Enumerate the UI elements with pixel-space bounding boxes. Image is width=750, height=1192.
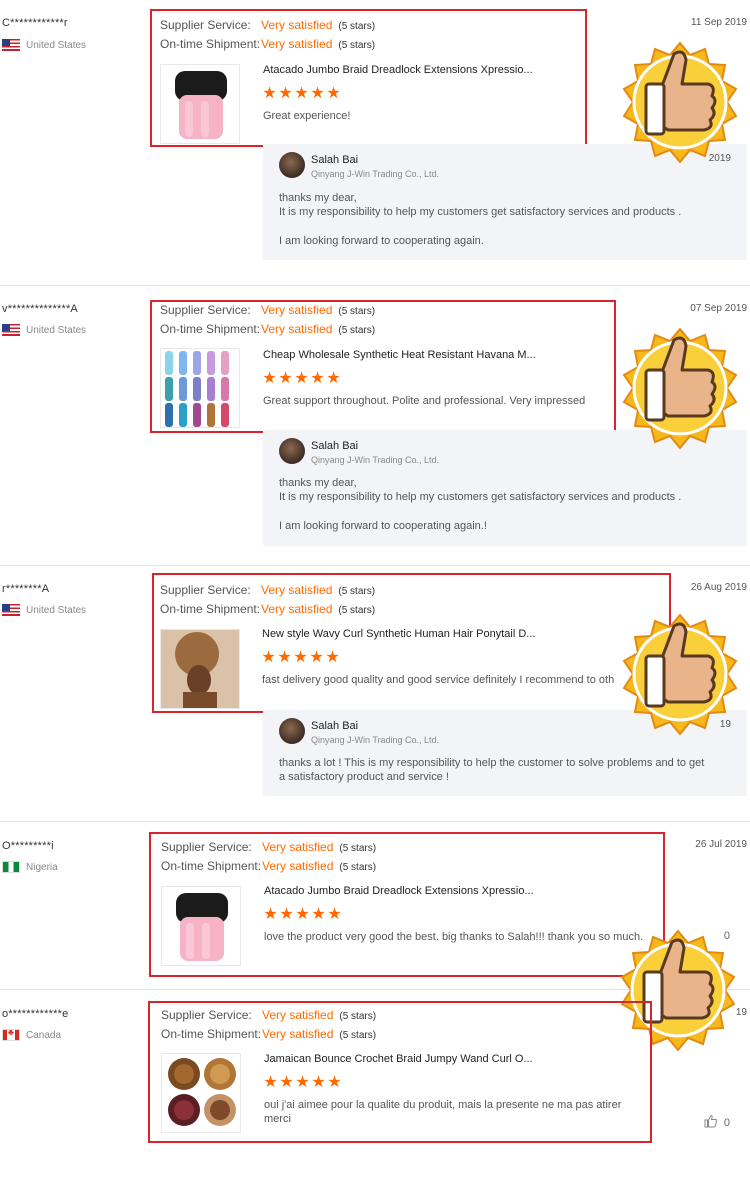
reply-line: thanks my dear, — [279, 192, 357, 204]
avatar — [279, 152, 305, 178]
buyer-country: Nigeria — [2, 861, 58, 873]
highlight-frame — [148, 1001, 652, 1143]
like-count: 0 — [723, 1116, 730, 1129]
review-date: 26 Jul 2019 — [695, 839, 747, 850]
buyer-name: o************e — [2, 1008, 69, 1020]
like-icon — [704, 1114, 718, 1131]
reply-line: It is my responsibility to help my custo… — [279, 206, 682, 218]
thumbs-up-badge-icon — [612, 34, 748, 170]
buyer-name: v**************A — [2, 303, 78, 315]
highlight-frame — [150, 300, 616, 433]
buyer-name: r********A — [2, 583, 50, 595]
like-counter[interactable]: 0 — [704, 1114, 730, 1131]
buyer-name: O*********i — [2, 840, 54, 852]
buyer-country: Canada — [2, 1029, 61, 1041]
us-flag-icon — [2, 604, 20, 616]
buyer-country: United States — [2, 39, 86, 51]
buyer-country: United States — [2, 324, 86, 336]
review-item: r********A United States 26 Aug 2019 Sup… — [0, 566, 750, 822]
reply-company: Qinyang J-Win Trading Co., Ltd. — [311, 169, 440, 179]
avatar — [279, 718, 305, 744]
country-label: Canada — [26, 1029, 62, 1041]
review-item: O*********i Nigeria 26 Jul 2019 Supplier… — [0, 822, 750, 1052]
reply-line: thanks a lot ! This is my responsibility… — [279, 757, 705, 769]
highlight-frame — [150, 9, 587, 147]
reply-line: I am looking forward to cooperating agai… — [279, 235, 484, 247]
thumbs-up-badge-icon — [612, 606, 748, 742]
review-item: C************r United States 11 Sep 2019… — [0, 0, 750, 286]
reply-line: I am looking forward to cooperating agai… — [279, 520, 487, 532]
reply-name: Salah Bai — [311, 720, 359, 732]
review-item: v**************A United States 07 Sep 20… — [0, 286, 750, 566]
review-date: 26 Aug 2019 — [690, 582, 747, 593]
country-label: United States — [26, 39, 87, 51]
country-label: United States — [26, 324, 87, 336]
reply-company: Qinyang J-Win Trading Co., Ltd. — [311, 455, 440, 465]
country-label: United States — [26, 604, 87, 616]
us-flag-icon — [2, 39, 20, 51]
reply-company: Qinyang J-Win Trading Co., Ltd. — [311, 735, 440, 745]
canada-flag-icon — [2, 1029, 20, 1041]
reply-line: It is my responsibility to help my custo… — [279, 491, 682, 503]
nigeria-flag-icon — [2, 861, 20, 873]
us-flag-icon — [2, 324, 20, 336]
reply-name: Salah Bai — [311, 154, 359, 166]
review-date: 11 Sep 2019 — [691, 17, 747, 28]
highlight-frame — [149, 832, 665, 977]
buyer-name: C************r — [2, 17, 68, 29]
review-date: 19 — [735, 1007, 747, 1018]
review-date: 07 Sep 2019 — [690, 303, 747, 314]
thumbs-up-badge-icon — [612, 320, 748, 456]
buyer-country: United States — [2, 604, 86, 616]
reply-line: a satisfactory product and service ! — [279, 771, 449, 783]
highlight-frame — [152, 573, 671, 713]
country-label: Nigeria — [26, 861, 58, 873]
avatar — [279, 438, 305, 464]
review-item: o************e Canada 19 Supplier Servic… — [0, 990, 750, 1192]
reply-line: thanks my dear, — [279, 477, 357, 489]
reply-name: Salah Bai — [311, 440, 359, 452]
